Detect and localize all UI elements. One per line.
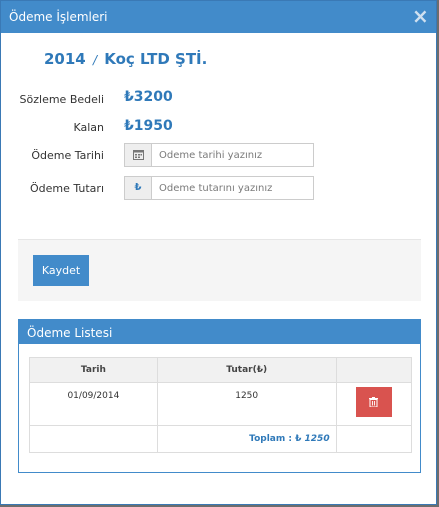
contract-amount-label: Sözleme Bedeli — [19, 93, 104, 106]
total-cell: Toplam : ₺ 1250 — [156, 425, 337, 453]
payment-modal: Ödeme İşlemleri × 2014 / Koç LTD ŞTİ. Sö… — [0, 0, 437, 505]
column-header-actions — [335, 357, 413, 383]
payment-date-input[interactable] — [151, 144, 311, 166]
calendar-icon — [125, 144, 152, 166]
trash-icon — [369, 397, 379, 408]
payment-date-label: Ödeme Tarihi — [31, 149, 104, 162]
column-header-amount: Tutar(₺) — [156, 357, 337, 383]
payment-amount-text: 1250 — [235, 391, 259, 401]
payment-table: Tarih Tutar(₺) 01/09/2014 1250 Toplam: … — [29, 357, 413, 453]
payment-amount-cell: 1250 — [156, 382, 337, 426]
total-actions-cell — [335, 425, 413, 453]
total-label: Toplam : ₺ — [249, 434, 302, 444]
heading-separator: / — [92, 53, 98, 67]
total-row: Toplam : ₺ 1250 — [29, 425, 413, 453]
delete-button[interactable] — [355, 387, 392, 417]
payment-list-header: Ödeme Listesi — [19, 320, 420, 344]
payment-date-group — [124, 143, 314, 167]
contract-heading: 2014 / Koç LTD ŞTİ. — [44, 50, 207, 68]
total-empty-cell — [29, 425, 158, 453]
table-row: 01/09/2014 1250 — [29, 382, 413, 426]
payment-date-text: 01/09/2014 — [67, 391, 120, 401]
payment-actions-cell — [335, 382, 413, 426]
action-well: Kaydet — [18, 239, 421, 301]
close-icon[interactable]: × — [412, 6, 429, 26]
payment-amount-label: Ödeme Tutarı — [29, 182, 104, 195]
contract-amount-value: ₺3200 — [124, 89, 173, 105]
payment-amount-input[interactable] — [151, 177, 311, 199]
payment-list-title: Ödeme Listesi — [27, 326, 113, 340]
contract-year: 2014 — [44, 50, 86, 68]
remaining-label: Kalan — [73, 121, 104, 134]
modal-titlebar: Ödeme İşlemleri × — [1, 1, 436, 33]
payment-list-panel: Ödeme Listesi Tarih Tutar(₺) 01/09/2014 … — [18, 319, 421, 473]
modal-title: Ödeme İşlemleri — [9, 10, 108, 24]
table-header-row: Tarih Tutar(₺) — [29, 357, 413, 383]
payment-date-cell: 01/09/2014 — [29, 382, 158, 426]
payment-amount-group: ₺ — [124, 176, 314, 200]
remaining-value: ₺1950 — [124, 118, 173, 134]
save-button[interactable]: Kaydet — [33, 255, 89, 286]
total-value: 1250 — [304, 434, 330, 444]
lira-icon: ₺ — [125, 177, 152, 199]
column-header-date: Tarih — [29, 357, 158, 383]
company-name: Koç LTD ŞTİ. — [104, 50, 208, 68]
